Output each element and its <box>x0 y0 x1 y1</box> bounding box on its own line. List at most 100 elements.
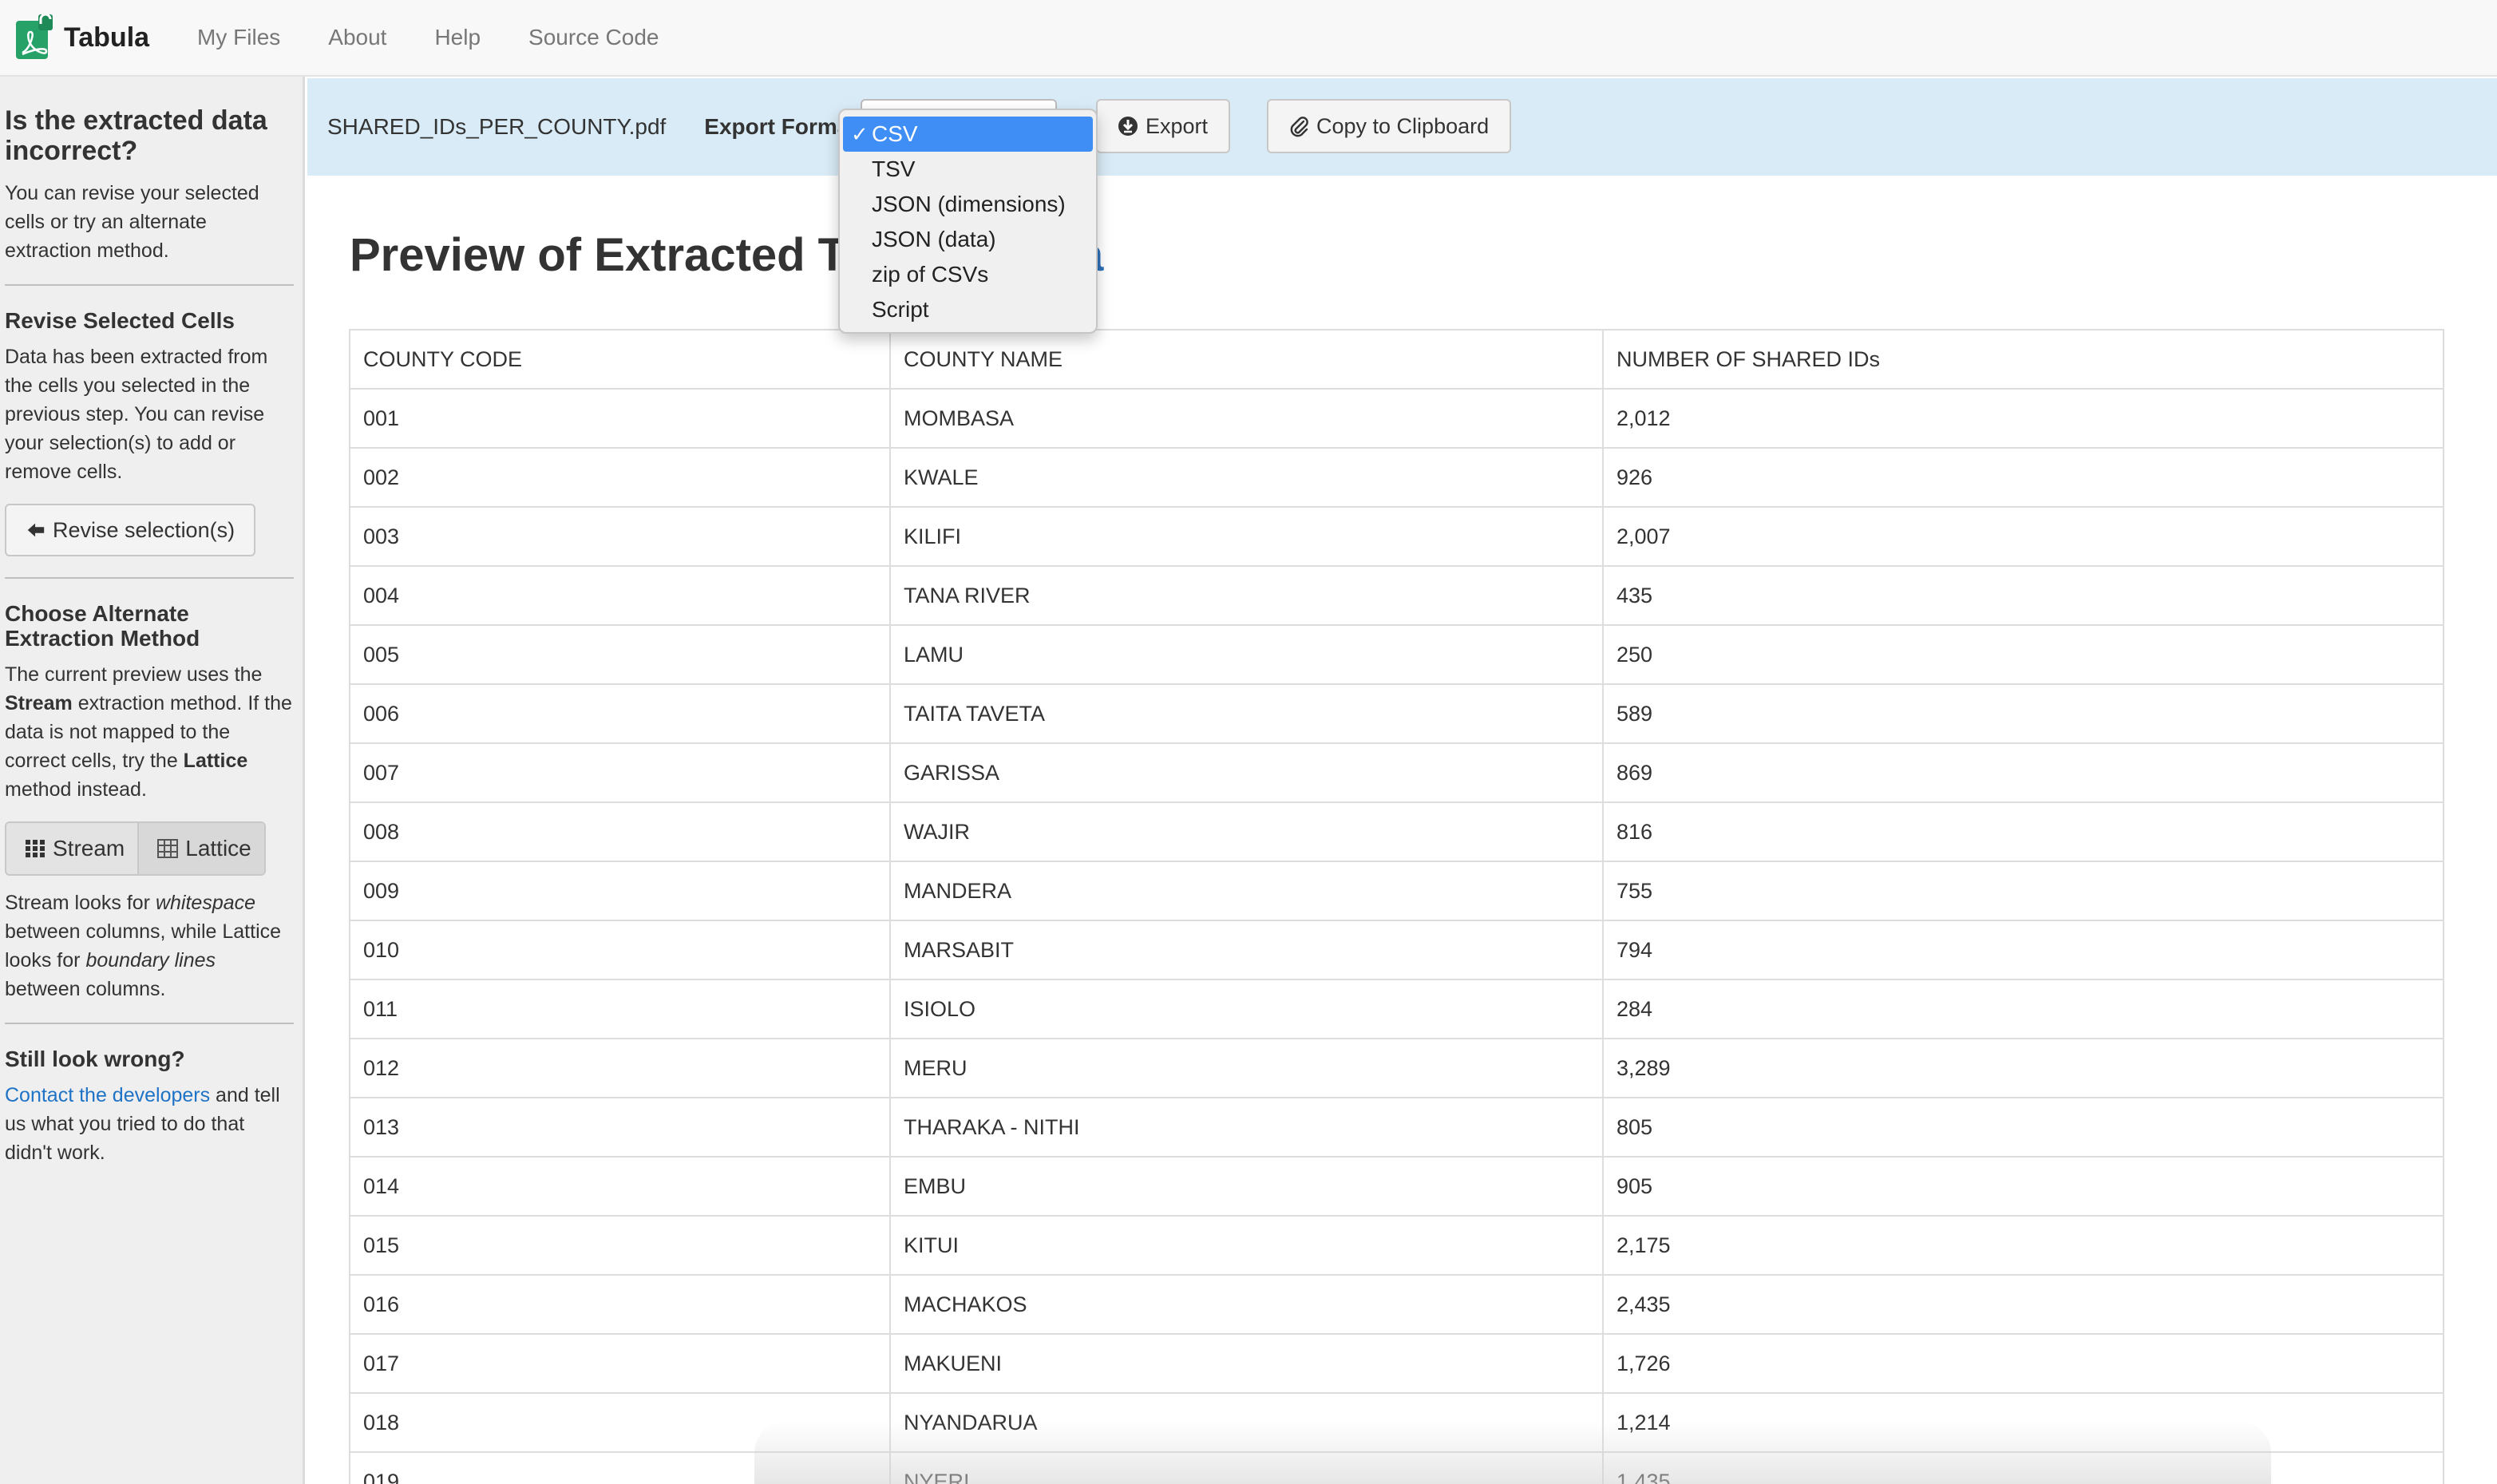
table-cell: MAKUENI <box>889 1333 1604 1394</box>
table-row: 004 TANA RIVER 435 <box>349 565 2444 626</box>
table-cell: 284 <box>1602 979 2444 1039</box>
dropdown-option-json-data[interactable]: JSON (data) <box>840 222 1096 257</box>
dropdown-option-script[interactable]: Script <box>840 292 1096 327</box>
table-cell: MACHAKOS <box>889 1274 1604 1335</box>
column-header: NUMBER OF SHARED IDs <box>1602 329 2444 390</box>
table-cell: 2,435 <box>1602 1274 2444 1335</box>
still-wrong-text: Contact the developers and tell us what … <box>5 1084 280 1164</box>
table-cell: 805 <box>1602 1097 2444 1158</box>
table-cell: ISIOLO <box>889 979 1604 1039</box>
table-cell: 013 <box>349 1097 891 1158</box>
dropdown-option-json-dimensions[interactable]: JSON (dimensions) <box>840 187 1096 222</box>
alternate-text: The current preview uses the Stream extr… <box>5 663 292 801</box>
table-cell: 012 <box>349 1038 891 1098</box>
table-cell: LAMU <box>889 624 1604 685</box>
nav-help[interactable]: Help <box>434 25 481 50</box>
sidebar: Is the extracted data incorrect? You can… <box>0 77 305 1484</box>
column-header: COUNTY CODE <box>349 329 891 390</box>
table-row: 011 ISIOLO 284 <box>349 979 2444 1039</box>
table-cell: WAJIR <box>889 801 1604 862</box>
scroll-fade-shadow <box>754 1421 2271 1484</box>
table-cell: 2,012 <box>1602 388 2444 449</box>
paperclip-icon <box>1290 117 1308 137</box>
extracted-table: COUNTY CODE COUNTY NAME NUMBER OF SHARED… <box>349 329 2444 1484</box>
table-row: 009 MANDERA 755 <box>349 861 2444 921</box>
table-cell: 014 <box>349 1156 891 1217</box>
table-cell: 816 <box>1602 801 2444 862</box>
table-cell: 2,007 <box>1602 506 2444 567</box>
still-wrong-heading: Still look wrong? <box>5 1047 185 1071</box>
revise-selection-button[interactable]: Revise selection(s) <box>5 504 256 556</box>
table-row: 007 GARISSA 869 <box>349 742 2444 803</box>
brand[interactable]: Tabula <box>14 0 149 76</box>
table-cell: 794 <box>1602 920 2444 980</box>
table-cell: TAITA TAVETA <box>889 683 1604 744</box>
incorrect-text: You can revise your selected cells or tr… <box>5 182 259 262</box>
download-circle-icon <box>1118 117 1138 136</box>
nav-my-files[interactable]: My Files <box>197 25 280 50</box>
table-cell: GARISSA <box>889 742 1604 803</box>
table-cell: 005 <box>349 624 891 685</box>
stream-button[interactable]: Stream <box>6 823 138 874</box>
divider <box>5 1023 294 1024</box>
extraction-method-toggle: Stream Lattice <box>5 821 266 876</box>
table-cell: MANDERA <box>889 861 1604 921</box>
nav-source-code[interactable]: Source Code <box>528 25 659 50</box>
table-row: 014 EMBU 905 <box>349 1156 2444 1217</box>
table-cell: 017 <box>349 1333 891 1394</box>
dropdown-option-zip-csvs[interactable]: zip of CSVs <box>840 257 1096 292</box>
stream-label: Stream <box>53 836 125 861</box>
table-row: 006 TAITA TAVETA 589 <box>349 683 2444 744</box>
table-row: 005 LAMU 250 <box>349 624 2444 685</box>
table-cell: 2,175 <box>1602 1215 2444 1276</box>
table-cell: TANA RIVER <box>889 565 1604 626</box>
table-cell: EMBU <box>889 1156 1604 1217</box>
table-cell: 1,726 <box>1602 1333 2444 1394</box>
table-cell: 905 <box>1602 1156 2444 1217</box>
table-row: 013 THARAKA - NITHI 805 <box>349 1097 2444 1158</box>
table-cell: KITUI <box>889 1215 1604 1276</box>
table-cell: KWALE <box>889 447 1604 508</box>
table-cell: MOMBASA <box>889 388 1604 449</box>
table-cell: 011 <box>349 979 891 1039</box>
table-cell: 007 <box>349 742 891 803</box>
export-format-label: Export Forma <box>704 114 850 139</box>
dropdown-option-csv[interactable]: ✓ CSV <box>843 117 1093 152</box>
table-cell: MERU <box>889 1038 1604 1098</box>
lattice-label: Lattice <box>185 836 251 861</box>
brand-name: Tabula <box>64 22 150 53</box>
table-row: 008 WAJIR 816 <box>349 801 2444 862</box>
table-row: 017 MAKUENI 1,726 <box>349 1333 2444 1394</box>
incorrect-heading: Is the extracted data incorrect? <box>5 105 267 166</box>
table-cell: 008 <box>349 801 891 862</box>
export-button[interactable]: Export <box>1096 99 1231 153</box>
table-row: 010 MARSABIT 794 <box>349 920 2444 980</box>
table-cell: THARAKA - NITHI <box>889 1097 1604 1158</box>
main-content: Preview of Extracted Ta COUNTY CODE COUN… <box>307 176 2497 1484</box>
contact-developers-link[interactable]: Contact the developers <box>5 1084 210 1106</box>
table-grid-icon <box>157 839 179 858</box>
alternate-heading: Choose Alternate Extraction Method <box>5 601 200 651</box>
table-row: 002 KWALE 926 <box>349 447 2444 508</box>
table-cell: 435 <box>1602 565 2444 626</box>
export-label: Export <box>1146 113 1209 138</box>
divider <box>5 284 294 286</box>
table-header-row: COUNTY CODE COUNTY NAME NUMBER OF SHARED… <box>349 329 2444 390</box>
column-header: COUNTY NAME <box>889 329 1604 390</box>
export-toolbar: SHARED_IDs_PER_COUNTY.pdf Export Forma E… <box>307 78 2497 176</box>
dropdown-option-tsv[interactable]: TSV <box>840 152 1096 187</box>
tabula-logo-icon <box>16 14 53 59</box>
table-cell: KILIFI <box>889 506 1604 567</box>
pdf-filename: SHARED_IDs_PER_COUNTY.pdf <box>327 114 667 139</box>
table-cell: 869 <box>1602 742 2444 803</box>
table-cell: 003 <box>349 506 891 567</box>
copy-to-clipboard-button[interactable]: Copy to Clipboard <box>1267 99 1512 153</box>
copy-label: Copy to Clipboard <box>1316 113 1490 138</box>
revise-selection-label: Revise selection(s) <box>53 517 235 542</box>
divider <box>5 577 294 579</box>
table-cell: 001 <box>349 388 891 449</box>
nav-about[interactable]: About <box>328 25 386 50</box>
table-cell: 016 <box>349 1274 891 1335</box>
table-cell: 926 <box>1602 447 2444 508</box>
lattice-button[interactable]: Lattice <box>137 823 264 874</box>
